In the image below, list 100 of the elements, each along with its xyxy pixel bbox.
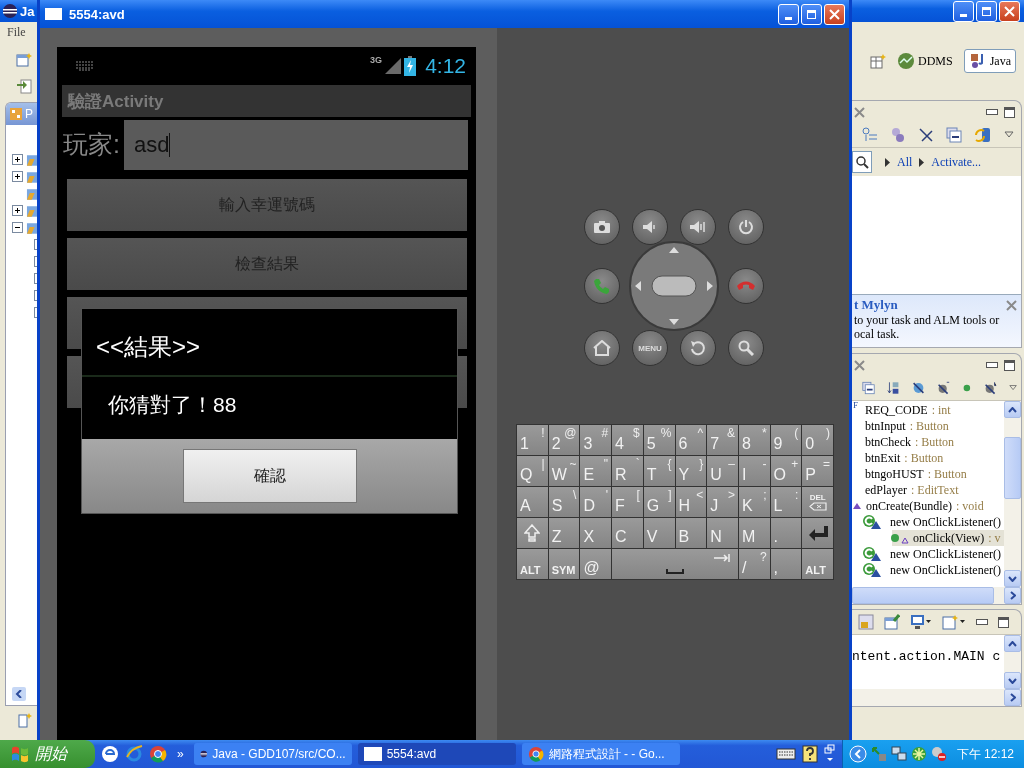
outline-item[interactable]: edPlayer : EditText — [852, 482, 1004, 498]
confirm-button[interactable]: 確認 — [182, 449, 357, 503]
call-button[interactable] — [584, 268, 620, 304]
hide-static-icon[interactable] — [937, 380, 951, 396]
keyboard-key[interactable]: 1 ! — [517, 425, 548, 455]
minimize-button[interactable] — [778, 3, 799, 25]
keyboard-key[interactable]: B — [675, 518, 707, 548]
keyboard-key[interactable]: S \ — [548, 487, 580, 517]
keyboard-key[interactable]: K ; — [738, 487, 770, 517]
keyboard-key[interactable]: ALT — [517, 549, 548, 579]
keyboard-key[interactable]: L : — [770, 487, 802, 517]
keyboard-key[interactable]: P = — [802, 456, 833, 486]
close-tab-icon[interactable] — [854, 106, 865, 118]
player-input-field[interactable]: asd — [123, 119, 468, 170]
filter-link[interactable]: All — [897, 154, 913, 170]
keyboard-key[interactable] — [517, 518, 548, 548]
minimize-button[interactable] — [953, 0, 974, 22]
keyboard-key[interactable]: M — [738, 518, 770, 548]
filter-link[interactable]: Activate... — [931, 154, 981, 170]
collapse-icon[interactable] — [862, 380, 875, 396]
keyboard-key[interactable]: W ~ — [548, 456, 580, 486]
sort-icon[interactable] — [887, 380, 901, 396]
close-button[interactable] — [824, 3, 845, 25]
scroll-left-button[interactable] — [12, 687, 26, 701]
close-icon[interactable] — [1006, 299, 1017, 311]
minimize-view-icon[interactable] — [976, 619, 988, 625]
import-icon[interactable] — [16, 78, 32, 94]
back-button[interactable] — [680, 330, 716, 366]
search-button[interactable] — [728, 330, 764, 366]
pin-icon[interactable] — [884, 614, 900, 630]
taskbar-button[interactable]: 5554:avd — [357, 743, 516, 765]
home-button[interactable] — [584, 330, 620, 366]
hide-local-icon[interactable] — [983, 380, 997, 396]
keyboard-key[interactable]: 2 @ — [548, 425, 580, 455]
categorize-icon[interactable] — [862, 127, 878, 143]
outline-item[interactable]: onCreate(Bundle) : void — [852, 498, 1004, 514]
maximize-button[interactable] — [801, 3, 822, 25]
scrollbar[interactable] — [852, 689, 1021, 706]
maximize-view-icon[interactable] — [1004, 359, 1015, 371]
hide-fields-icon[interactable] — [912, 380, 926, 396]
sync-icon[interactable] — [974, 127, 992, 143]
open-perspective-icon[interactable] — [870, 53, 886, 69]
menu-item[interactable]: File — [4, 24, 29, 40]
volume-up-button[interactable] — [680, 209, 716, 245]
close-tab-icon[interactable] — [854, 359, 865, 371]
keyboard-key[interactable]: H < — [675, 487, 707, 517]
keyboard-key[interactable]: Y } — [675, 456, 707, 486]
panel-tab[interactable]: P — [6, 103, 37, 125]
outline-item[interactable]: F REQ_CODE : int — [852, 402, 1004, 418]
keyboard-key[interactable]: J > — [707, 487, 738, 517]
help-icon[interactable] — [801, 745, 818, 763]
keyboard-key[interactable]: SYM — [548, 549, 580, 579]
keyboard-icon[interactable] — [775, 747, 796, 761]
keyboard-key[interactable]: 7 & — [707, 425, 738, 455]
dpad-control[interactable] — [629, 241, 719, 331]
outline-item[interactable]: new OnClickListener() — [852, 514, 1004, 530]
power-button[interactable] — [728, 209, 764, 245]
keyboard-key[interactable]: 3 # — [580, 425, 612, 455]
keyboard-key[interactable]: / ? — [738, 549, 770, 579]
collapse-icon[interactable] — [946, 127, 962, 143]
keyboard-key[interactable]: Q | — [517, 456, 548, 486]
keyboard-key[interactable]: T { — [643, 456, 675, 486]
keyboard-key[interactable]: 5 % — [643, 425, 675, 455]
keyboard-key[interactable]: I - — [738, 456, 770, 486]
close-button[interactable] — [999, 0, 1020, 22]
keyboard-key[interactable]: U – — [707, 456, 738, 486]
outline-item[interactable]: btnInput : Button — [852, 418, 1004, 434]
clear-icon[interactable] — [918, 127, 934, 143]
taskbar-button[interactable]: 網路程式設計 - - Go... — [521, 743, 680, 765]
taskbar-button[interactable]: Java - GDD107/src/CO... — [193, 743, 352, 765]
keyboard-key[interactable]: N — [707, 518, 738, 548]
desktop-icon[interactable] — [101, 745, 119, 763]
keyboard-key[interactable]: DEL — [802, 487, 833, 517]
scrollbar[interactable] — [1004, 401, 1021, 587]
outline-item[interactable]: new OnClickListener() — [852, 546, 1004, 562]
tasks-icon[interactable] — [890, 127, 906, 143]
keyboard-key[interactable]: @ — [580, 549, 612, 579]
perspective-button[interactable]: DDMS — [892, 49, 958, 73]
expander-icon[interactable] — [12, 171, 23, 182]
keyboard-key[interactable]: R ` — [612, 456, 643, 486]
keyboard-key[interactable]: F [ — [612, 487, 643, 517]
expand-tray-icon[interactable] — [848, 745, 867, 763]
keyboard-key[interactable]: V — [643, 518, 675, 548]
menu-button[interactable]: MENU — [632, 330, 668, 366]
restore-icon[interactable] — [823, 744, 836, 764]
maximize-view-icon[interactable] — [1004, 106, 1015, 118]
blocked-icon[interactable] — [930, 746, 947, 762]
keyboard-key[interactable]: 8 * — [738, 425, 770, 455]
keyboard-key[interactable]: , — [770, 549, 802, 579]
maximize-view-icon[interactable] — [998, 616, 1009, 628]
keyboard-key[interactable]: . — [770, 518, 802, 548]
keyboard-key[interactable]: 9 ( — [770, 425, 802, 455]
chrome-icon[interactable] — [149, 745, 167, 763]
scrollbar[interactable] — [1004, 635, 1021, 689]
keyboard-key[interactable]: 6 ^ — [675, 425, 707, 455]
keyboard-key[interactable]: 4 $ — [612, 425, 643, 455]
expander-icon[interactable] — [12, 222, 23, 233]
keyboard-key[interactable]: D ' — [580, 487, 612, 517]
keyboard-key[interactable] — [802, 518, 833, 548]
maximize-button[interactable] — [976, 0, 997, 22]
